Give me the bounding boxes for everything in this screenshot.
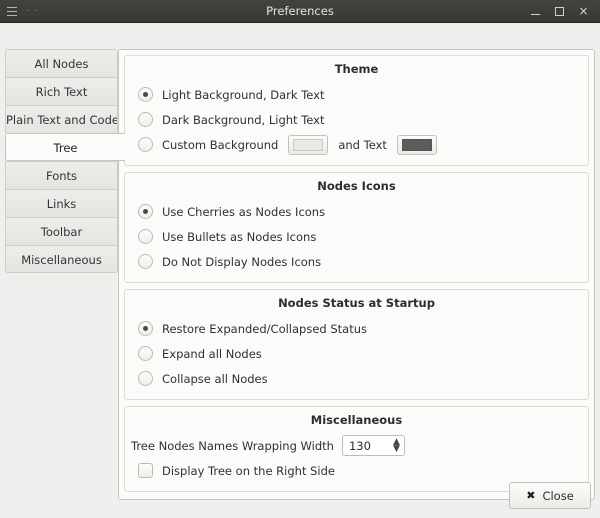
theme-section-title: Theme [334,62,379,76]
nodes-status-option-collapse-label: Collapse all Nodes [162,371,268,386]
nodes-icons-section-title: Nodes Icons [317,179,396,193]
nodes-icons-option-bullets[interactable]: Use Bullets as Nodes Icons [125,224,588,249]
maximize-icon[interactable] [554,6,565,17]
theme-option-custom[interactable]: Custom Background and Text [125,132,588,157]
wrapping-width-value[interactable]: 130 [349,439,393,453]
wrapping-width-row: Tree Nodes Names Wrapping Width 130 ▲ ▼ [125,433,588,458]
nodes-status-option-restore[interactable]: Restore Expanded/Collapsed Status [125,316,588,341]
sidebar-item-toolbar[interactable]: Toolbar [5,217,118,245]
nodes-status-section: Nodes Status at Startup Restore Expanded… [124,289,589,400]
theme-option-dark[interactable]: Dark Background, Light Text [125,107,588,132]
window-body: All Nodes Rich Text Plain Text and Code … [0,23,600,518]
stepper-down-icon[interactable]: ▼ [393,444,400,453]
nodes-icons-option-none-label: Do Not Display Nodes Icons [162,254,322,269]
text-color-swatch [401,138,432,151]
dialog-footer: ✖ Close [0,476,600,518]
miscellaneous-section-title: Miscellaneous [310,413,403,427]
radio-icon-use-bullets[interactable] [138,229,153,244]
titlebar-left-group: · · [0,6,87,17]
theme-section: Theme Light Background, Dark Text Dark B… [124,55,589,166]
sidebar-item-tree[interactable]: Tree [5,133,125,161]
theme-option-light-label: Light Background, Dark Text [162,87,325,102]
minimize-icon[interactable] [530,6,541,17]
sidebar-item-links[interactable]: Links [5,189,118,217]
wrapping-width-stepper[interactable]: 130 ▲ ▼ [341,435,405,456]
background-color-swatch [293,138,324,151]
window-controls: × [530,5,600,17]
sidebar-item-rich-text[interactable]: Rich Text [5,77,118,105]
nodes-status-option-expand-label: Expand all Nodes [162,346,262,361]
theme-option-dark-label: Dark Background, Light Text [162,112,325,127]
sidebar-item-plain-text-and-code[interactable]: Plain Text and Code [5,105,118,133]
window-title: Preferences [266,4,334,18]
custom-background-color-button[interactable] [288,134,329,155]
radio-icon-custom-background[interactable] [138,137,153,152]
radio-icon-no-nodes-icons[interactable] [138,254,153,269]
radio-icon-use-cherries[interactable] [138,204,153,219]
radio-icon-collapse-all[interactable] [138,371,153,386]
tree-settings-panel: Theme Light Background, Dark Text Dark B… [118,49,595,500]
close-icon[interactable]: × [578,5,589,17]
custom-text-color-button[interactable] [396,134,437,155]
nodes-status-option-restore-label: Restore Expanded/Collapsed Status [162,321,368,336]
nodes-status-option-collapse[interactable]: Collapse all Nodes [125,366,588,391]
wrapping-width-label: Tree Nodes Names Wrapping Width [131,438,334,453]
nodes-status-section-title: Nodes Status at Startup [278,296,435,310]
radio-icon-expand-all[interactable] [138,346,153,361]
sidebar-item-fonts[interactable]: Fonts [5,161,118,189]
nodes-icons-option-none[interactable]: Do Not Display Nodes Icons [125,249,588,274]
titlebar-dots: · · [26,5,39,17]
window-titlebar: · · Preferences × [0,0,600,23]
close-button[interactable]: ✖ Close [509,482,591,509]
radio-icon-light-background[interactable] [138,87,153,102]
theme-option-light[interactable]: Light Background, Dark Text [125,82,588,107]
nodes-icons-section: Nodes Icons Use Cherries as Nodes Icons … [124,172,589,283]
close-button-label: Close [542,488,574,503]
nodes-status-option-expand[interactable]: Expand all Nodes [125,341,588,366]
nodes-icons-option-cherries[interactable]: Use Cherries as Nodes Icons [125,199,588,224]
and-text-label: and Text [338,137,387,152]
radio-icon-dark-background[interactable] [138,112,153,127]
nodes-icons-option-cherries-label: Use Cherries as Nodes Icons [162,204,326,219]
preferences-sidebar: All Nodes Rich Text Plain Text and Code … [5,49,125,273]
sidebar-item-miscellaneous[interactable]: Miscellaneous [5,245,118,273]
theme-option-custom-label: Custom Background [162,137,279,152]
close-button-icon: ✖ [526,489,536,502]
sidebar-item-all-nodes[interactable]: All Nodes [5,49,118,77]
hamburger-icon[interactable] [7,6,17,16]
nodes-icons-option-bullets-label: Use Bullets as Nodes Icons [162,229,317,244]
radio-icon-restore-status[interactable] [138,321,153,336]
stepper-arrows[interactable]: ▲ ▼ [393,437,400,453]
